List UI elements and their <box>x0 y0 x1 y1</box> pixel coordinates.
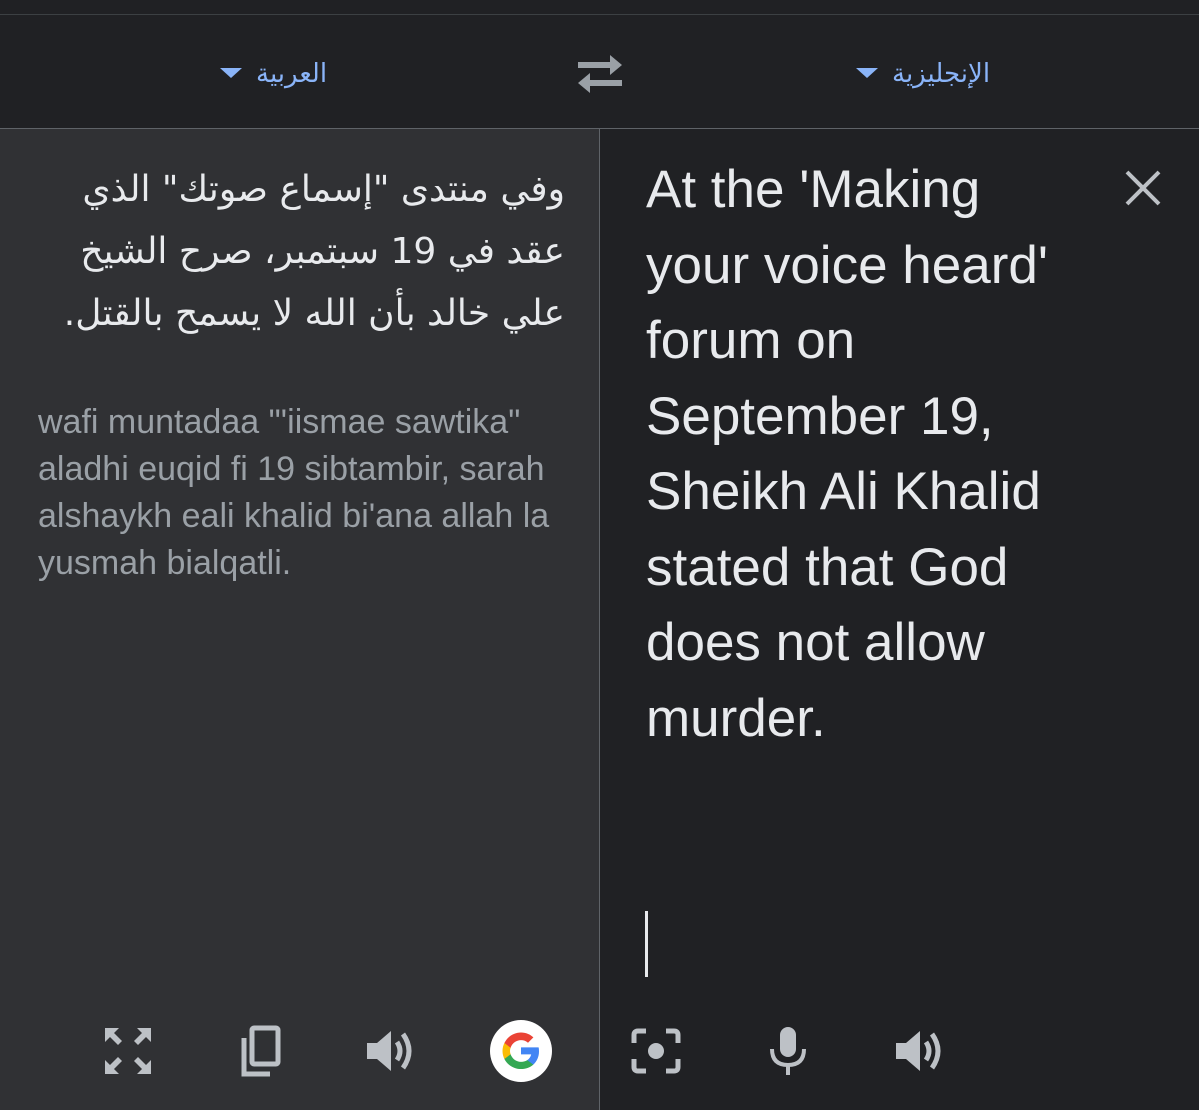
target-language-selector[interactable]: الإنجليزية <box>856 53 990 93</box>
speaker-icon <box>367 1031 412 1071</box>
source-language-selector[interactable]: العربية <box>220 53 327 93</box>
translate-app: العربية الإنجليزية وفي منتدى "إسماع صوتك… <box>0 0 1199 1110</box>
source-panel: وفي منتدى "إسماع صوتك" الذي عقد في 19 سب… <box>0 129 599 1110</box>
google-search-button[interactable] <box>490 1020 552 1082</box>
swap-languages-button[interactable] <box>574 51 626 95</box>
speaker-button[interactable] <box>890 1021 950 1081</box>
copy-icon <box>241 1025 281 1077</box>
copy-button[interactable] <box>229 1021 289 1081</box>
target-panel: At the 'Making your voice heard' forum o… <box>600 129 1199 1110</box>
transliteration-text: wafi muntadaa "'iismae sawtika" aladhi e… <box>38 403 550 582</box>
speaker-button[interactable] <box>361 1021 421 1081</box>
fullscreen-icon <box>105 1028 151 1074</box>
source-language-label: العربية <box>256 57 328 88</box>
speaker-icon <box>896 1031 941 1071</box>
target-language-label: الإنجليزية <box>892 57 991 88</box>
language-bar: العربية الإنجليزية <box>0 15 1199 129</box>
source-text: وفي منتدى "إسماع صوتك" الذي عقد في 19 سب… <box>63 169 565 334</box>
fullscreen-button[interactable] <box>98 1021 158 1081</box>
microphone-icon <box>770 1027 806 1075</box>
clear-button[interactable] <box>1121 166 1165 210</box>
translated-text[interactable]: At the 'Making your voice heard' forum o… <box>646 152 1086 756</box>
swap-languages-icon <box>578 55 622 93</box>
chevron-down-icon <box>220 68 242 78</box>
panel-divider <box>599 129 600 1110</box>
microphone-button[interactable] <box>758 1021 818 1081</box>
camera-button[interactable] <box>626 1021 686 1081</box>
chevron-down-icon <box>856 68 878 78</box>
text-cursor <box>645 911 648 977</box>
close-icon <box>1125 170 1161 206</box>
camera-icon <box>631 1028 681 1074</box>
google-g-icon <box>502 1032 539 1069</box>
